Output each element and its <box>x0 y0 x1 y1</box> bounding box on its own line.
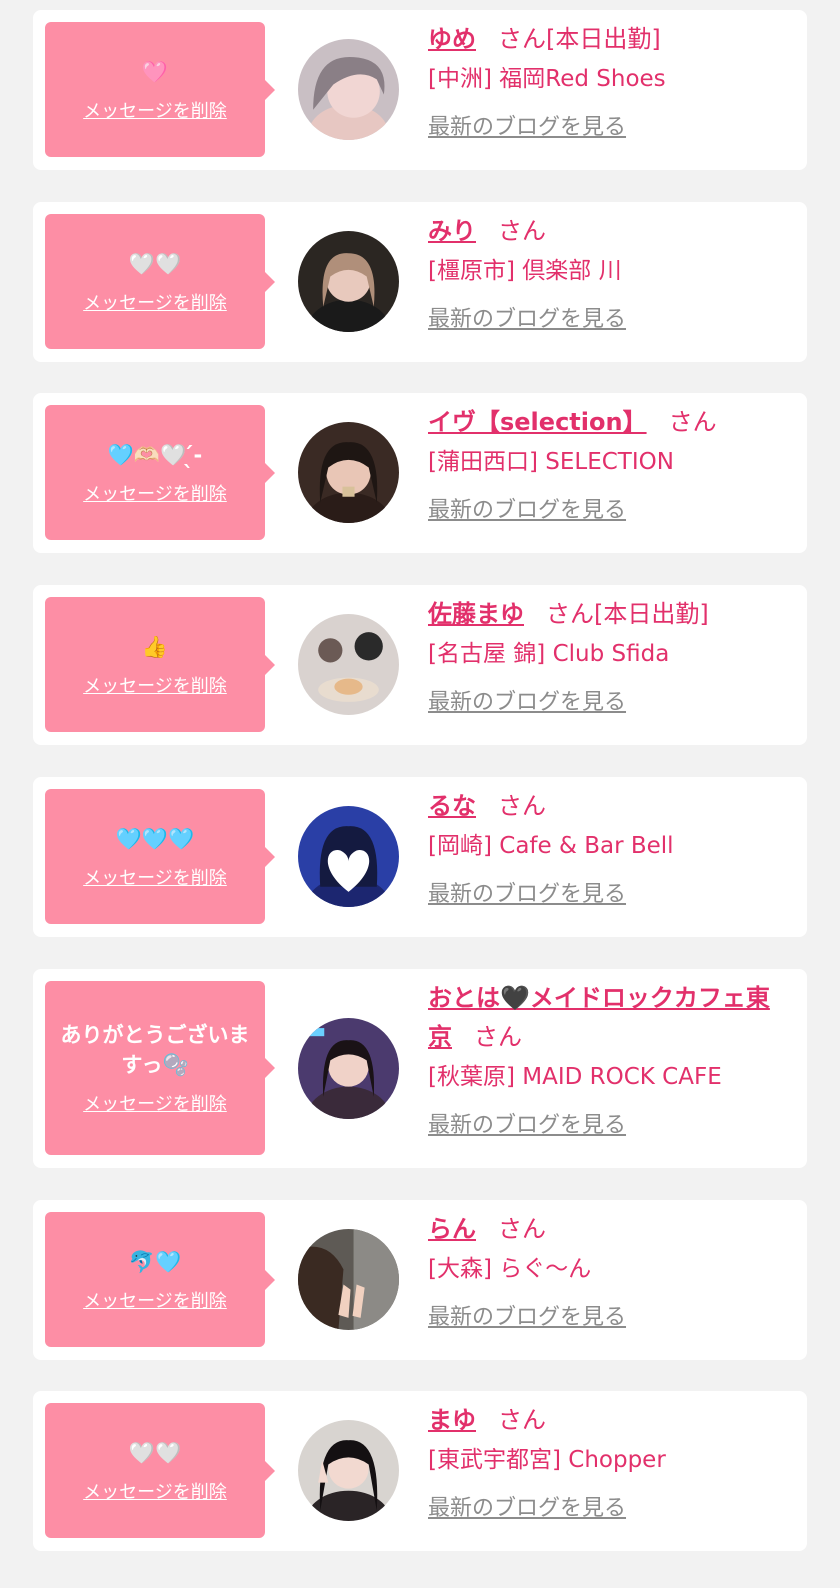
message-card: 👍 メッセージを削除 佐藤まゆ さん[本日出勤] [名古屋 錦] Club Sfi… <box>33 585 807 745</box>
girl-info: まゆ さん [東武宇都宮] Chopper 最新のブログを見る <box>428 1401 791 1522</box>
name-suffix: さん <box>498 1406 546 1434</box>
message-text: 🩵🫶🏻🤍 ̖́- <box>107 442 203 467</box>
message-text: 🤍🤍 <box>128 251 182 276</box>
message-card: 🐬🩵 メッセージを削除 らん さん [大森] らぐ〜ん 最新のブログを見る <box>33 1200 807 1360</box>
message-text: 🐬🩵 <box>128 1249 182 1274</box>
message-text: 🤍🤍 <box>128 1440 182 1465</box>
latest-blog-link[interactable]: 最新のブログを見る <box>428 492 626 524</box>
avatar[interactable] <box>298 39 399 140</box>
latest-blog-link[interactable]: 最新のブログを見る <box>428 876 626 908</box>
name-line: おとは🖤メイドロックカフェ東京 さん <box>428 979 791 1057</box>
message-list: 🩷 メッセージを削除 ゆめ さん[本日出勤] [中洲] 福岡Red Shoes 最… <box>0 0 840 1588</box>
avatar[interactable] <box>298 231 399 332</box>
girl-name-link[interactable]: ゆめ <box>428 25 476 53</box>
message-text: 🩵🩵🩵 <box>115 826 195 851</box>
girl-portrait-icon <box>298 422 399 523</box>
shop-label: [岡崎] Cafe & Bar Bell <box>428 833 674 859</box>
girl-portrait-icon <box>298 39 399 140</box>
shop-label: [大森] らぐ〜ん <box>428 1256 592 1282</box>
name-line: みり さん <box>428 212 791 251</box>
avatar[interactable] <box>298 806 399 907</box>
latest-blog-link[interactable]: 最新のブログを見る <box>428 1490 626 1522</box>
message-card: 🩵🩵🩵 メッセージを削除 るな さん [岡崎] Cafe & Bar Bell 最… <box>33 777 807 937</box>
message-card: 🤍🤍 メッセージを削除 みり さん [橿原市] 倶楽部 川 最新のブログを見る <box>33 202 807 362</box>
shop-label: [東武宇都宮] Chopper <box>428 1447 666 1473</box>
name-suffix: さん <box>668 408 717 436</box>
girl-info: らん さん [大森] らぐ〜ん 最新のブログを見る <box>428 1210 791 1331</box>
latest-blog-link[interactable]: 最新のブログを見る <box>428 1299 626 1331</box>
latest-blog-link[interactable]: 最新のブログを見る <box>428 1107 626 1139</box>
girl-info: 佐藤まゆ さん[本日出勤] [名古屋 錦] Club Sfida 最新のブログを見… <box>428 595 791 716</box>
name-suffix: さん <box>474 1023 522 1051</box>
delete-message-link[interactable]: メッセージを削除 <box>83 289 227 315</box>
message-card: 🩵🫶🏻🤍 ̖́- メッセージを削除 イヴ【selection】 さん [蒲田西口]… <box>33 393 807 553</box>
name-line: ゆめ さん[本日出勤] <box>428 20 791 59</box>
shop-label: [中洲] 福岡Red Shoes <box>428 66 666 92</box>
message-bubble: 🐬🩵 メッセージを削除 <box>45 1212 275 1347</box>
girl-info: るな さん [岡崎] Cafe & Bar Bell 最新のブログを見る <box>428 787 791 908</box>
message-bubble: 🤍🤍 メッセージを削除 <box>45 1403 275 1538</box>
message-bubble: 🩵🫶🏻🤍 ̖́- メッセージを削除 <box>45 405 275 540</box>
girl-portrait-icon <box>298 1018 399 1119</box>
name-suffix: さん <box>498 1215 546 1243</box>
name-suffix: さん <box>498 217 546 245</box>
name-suffix: さん[本日出勤] <box>498 25 661 53</box>
girl-info: おとは🖤メイドロックカフェ東京 さん [秋葉原] MAID ROCK CAFE 最… <box>428 979 791 1139</box>
message-card: 🩷 メッセージを削除 ゆめ さん[本日出勤] [中洲] 福岡Red Shoes 最… <box>33 10 807 170</box>
girl-name-link[interactable]: イヴ【selection】 <box>428 408 647 436</box>
girl-name-link[interactable]: るな <box>428 792 476 820</box>
girl-name-link[interactable]: まゆ <box>428 1406 476 1434</box>
name-suffix: さん <box>498 792 546 820</box>
girl-portrait-icon <box>298 1229 399 1330</box>
message-bubble: 🤍🤍 メッセージを削除 <box>45 214 275 349</box>
message-bubble: ありがとうございますっ🫧 メッセージを削除 <box>45 981 275 1155</box>
girl-name-link[interactable]: 佐藤まゆ <box>428 600 524 628</box>
message-bubble: 🩵🩵🩵 メッセージを削除 <box>45 789 275 924</box>
girl-portrait-icon <box>298 614 399 715</box>
name-line: まゆ さん <box>428 1401 791 1440</box>
shop-label: [名古屋 錦] Club Sfida <box>428 641 670 667</box>
delete-message-link[interactable]: メッセージを削除 <box>83 480 227 506</box>
delete-message-link[interactable]: メッセージを削除 <box>83 97 227 123</box>
message-text: 👍 <box>141 634 169 659</box>
avatar[interactable] <box>298 614 399 715</box>
message-bubble: 👍 メッセージを削除 <box>45 597 275 732</box>
girl-info: イヴ【selection】 さん [蒲田西口] SELECTION 最新のブログを… <box>428 403 791 524</box>
name-line: イヴ【selection】 さん <box>428 403 791 442</box>
name-line: 佐藤まゆ さん[本日出勤] <box>428 595 791 634</box>
girl-info: みり さん [橿原市] 倶楽部 川 最新のブログを見る <box>428 212 791 333</box>
shop-label: [蒲田西口] SELECTION <box>428 449 674 475</box>
name-suffix: さん[本日出勤] <box>546 600 709 628</box>
avatar[interactable] <box>298 1420 399 1521</box>
delete-message-link[interactable]: メッセージを削除 <box>83 864 227 890</box>
latest-blog-link[interactable]: 最新のブログを見る <box>428 109 626 141</box>
girl-portrait-icon <box>298 231 399 332</box>
delete-message-link[interactable]: メッセージを削除 <box>83 1287 227 1313</box>
girl-name-link[interactable]: らん <box>428 1215 476 1243</box>
latest-blog-link[interactable]: 最新のブログを見る <box>428 684 626 716</box>
message-card: 🤍🤍 メッセージを削除 まゆ さん [東武宇都宮] Chopper 最新のブログを… <box>33 1391 807 1551</box>
delete-message-link[interactable]: メッセージを削除 <box>83 672 227 698</box>
girl-name-link[interactable]: みり <box>428 217 476 245</box>
name-line: るな さん <box>428 787 791 826</box>
girl-info: ゆめ さん[本日出勤] [中洲] 福岡Red Shoes 最新のブログを見る <box>428 20 791 141</box>
delete-message-link[interactable]: メッセージを削除 <box>83 1478 227 1504</box>
delete-message-link[interactable]: メッセージを削除 <box>83 1090 227 1116</box>
message-bubble: 🩷 メッセージを削除 <box>45 22 275 157</box>
shop-label: [橿原市] 倶楽部 川 <box>428 258 622 284</box>
message-text: ありがとうございますっ🫧 <box>60 1023 250 1077</box>
message-card: ありがとうございますっ🫧 メッセージを削除 おとは🖤メイドロックカフェ東京 さん … <box>33 969 807 1168</box>
avatar[interactable] <box>298 422 399 523</box>
avatar[interactable] <box>298 1229 399 1330</box>
girl-portrait-icon <box>298 806 399 907</box>
girl-portrait-icon <box>298 1420 399 1521</box>
name-line: らん さん <box>428 1210 791 1249</box>
latest-blog-link[interactable]: 最新のブログを見る <box>428 301 626 333</box>
message-text: 🩷 <box>141 59 169 84</box>
shop-label: [秋葉原] MAID ROCK CAFE <box>428 1064 722 1090</box>
avatar[interactable] <box>298 1018 399 1119</box>
